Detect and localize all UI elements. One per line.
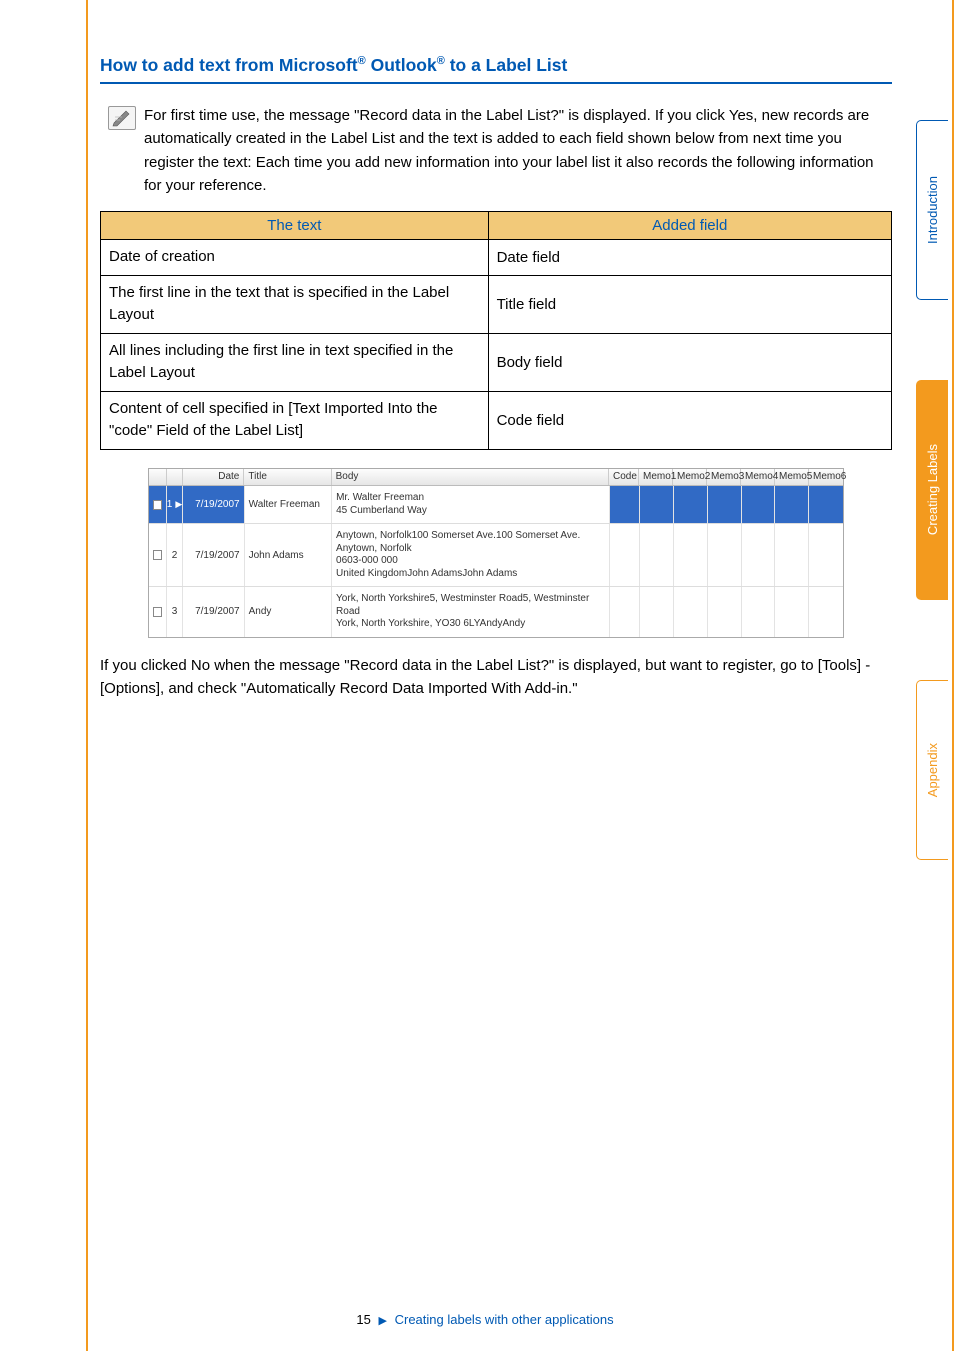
tab-creating-labels[interactable]: Creating Labels xyxy=(916,380,948,600)
row-body: Mr. Walter Freeman 45 Cumberland Way xyxy=(332,486,610,523)
table-row: All lines including the first line in te… xyxy=(101,333,892,391)
col-checkbox xyxy=(149,469,167,486)
table-cell: Content of cell specified in [Text Impor… xyxy=(101,391,489,449)
heading-pre: How to add text from Microsoft xyxy=(100,55,358,75)
table-cell: All lines including the first line in te… xyxy=(101,333,489,391)
info-table-header-row: The text Added field xyxy=(101,212,892,240)
row-memo xyxy=(640,486,674,523)
row-title: Andy xyxy=(245,587,332,637)
row-code xyxy=(610,524,640,586)
row-memo xyxy=(775,486,809,523)
side-tabs: Introduction Creating Labels Appendix xyxy=(892,0,948,1351)
row-date: 7/19/2007 xyxy=(183,486,245,523)
col-memo3: Memo3 xyxy=(707,469,741,486)
page-footer: 15 ▶ Creating labels with other applicat… xyxy=(100,1312,870,1327)
page-content: How to add text from Microsoft® Outlook®… xyxy=(0,0,892,1351)
row-memo xyxy=(674,587,708,637)
footer-link[interactable]: Creating labels with other applications xyxy=(395,1312,614,1327)
row-memo xyxy=(674,524,708,586)
screenshot-header: Date Title Body Code Memo1 Memo2 Memo3 M… xyxy=(149,469,843,487)
table-cell: The first line in the text that is speci… xyxy=(101,275,489,333)
row-memo xyxy=(809,587,843,637)
row-memo xyxy=(708,524,742,586)
col-date: Date xyxy=(183,469,245,486)
heading-post: to a Label List xyxy=(445,55,568,75)
note-icon-wrap xyxy=(100,104,144,197)
table-row: Content of cell specified in [Text Impor… xyxy=(101,391,892,449)
row-index: 1▶ xyxy=(167,486,183,523)
row-date: 7/19/2007 xyxy=(183,587,245,637)
row-memo xyxy=(640,524,674,586)
row-code xyxy=(610,587,640,637)
screenshot-row: 1▶ 7/19/2007 Walter Freeman Mr. Walter F… xyxy=(149,486,843,524)
col-memo6: Memo6 xyxy=(809,469,843,486)
col-body: Body xyxy=(332,469,609,486)
row-index: 3 xyxy=(167,587,183,637)
followup-text: If you clicked No when the message "Reco… xyxy=(100,654,892,701)
screenshot-row: 3 7/19/2007 Andy York, North Yorkshire5,… xyxy=(149,587,843,637)
page-number: 15 xyxy=(356,1312,370,1327)
row-code xyxy=(610,486,640,523)
info-table-header-field: Added field xyxy=(488,212,891,240)
info-table: The text Added field Date of creation Da… xyxy=(100,211,892,450)
col-title: Title xyxy=(244,469,331,486)
heading-rule xyxy=(100,82,892,84)
heading-mid: Outlook xyxy=(366,55,437,75)
row-checkbox[interactable] xyxy=(149,587,167,637)
note-block: For first time use, the message "Record … xyxy=(100,104,892,197)
row-index: 2 xyxy=(167,524,183,586)
screenshot-row: 2 7/19/2007 John Adams Anytown, Norfolk1… xyxy=(149,524,843,587)
row-memo xyxy=(708,587,742,637)
row-body: Anytown, Norfolk100 Somerset Ave.100 Som… xyxy=(332,524,610,586)
row-checkbox[interactable] xyxy=(149,486,167,523)
label-list-screenshot: Date Title Body Code Memo1 Memo2 Memo3 M… xyxy=(148,468,844,638)
note-pencil-icon xyxy=(108,106,136,130)
table-row: The first line in the text that is speci… xyxy=(101,275,892,333)
row-memo xyxy=(775,587,809,637)
table-cell: Title field xyxy=(488,275,891,333)
table-cell: Date field xyxy=(488,240,891,276)
table-cell: Body field xyxy=(488,333,891,391)
row-title: John Adams xyxy=(245,524,332,586)
info-table-header-text: The text xyxy=(101,212,489,240)
footer-arrow-icon: ▶ xyxy=(379,1315,387,1327)
row-memo xyxy=(708,486,742,523)
row-memo xyxy=(674,486,708,523)
col-memo1: Memo1 xyxy=(639,469,673,486)
col-code: Code xyxy=(609,469,639,486)
row-checkbox[interactable] xyxy=(149,524,167,586)
row-title: Walter Freeman xyxy=(245,486,332,523)
table-row: Date of creation Date field xyxy=(101,240,892,276)
col-memo2: Memo2 xyxy=(673,469,707,486)
heading-reg1: ® xyxy=(358,55,366,67)
table-cell: Code field xyxy=(488,391,891,449)
row-memo xyxy=(742,524,776,586)
row-memo xyxy=(809,524,843,586)
tab-introduction[interactable]: Introduction xyxy=(916,120,948,300)
row-memo xyxy=(742,486,776,523)
row-date: 7/19/2007 xyxy=(183,524,245,586)
table-cell: Date of creation xyxy=(101,240,489,276)
row-memo xyxy=(775,524,809,586)
tab-appendix[interactable]: Appendix xyxy=(916,680,948,860)
col-index xyxy=(167,469,183,486)
col-memo5: Memo5 xyxy=(775,469,809,486)
row-cursor-icon: ▶ xyxy=(175,499,182,510)
row-memo xyxy=(640,587,674,637)
note-text: For first time use, the message "Record … xyxy=(144,104,892,197)
row-body: York, North Yorkshire5, Westminster Road… xyxy=(332,587,610,637)
page-heading: How to add text from Microsoft® Outlook®… xyxy=(100,55,892,76)
heading-reg2: ® xyxy=(437,55,445,67)
row-memo xyxy=(742,587,776,637)
col-memo4: Memo4 xyxy=(741,469,775,486)
row-memo xyxy=(809,486,843,523)
